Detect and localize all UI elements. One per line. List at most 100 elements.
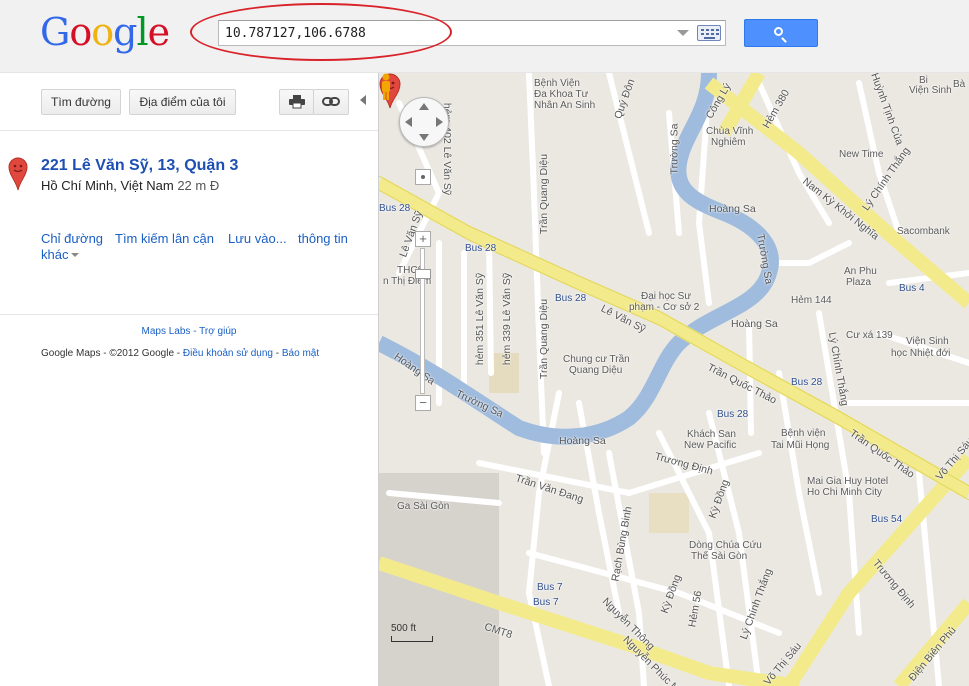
pan-control[interactable] — [399, 97, 449, 147]
separator: - — [190, 326, 200, 337]
poi-label: Quang Diệu — [569, 365, 623, 376]
poi-label: Sacombank — [897, 226, 950, 237]
directions-link[interactable]: Chỉ đường — [41, 231, 103, 246]
directions-button[interactable]: Tìm đường — [41, 89, 121, 115]
road-label: Hoàng Sa — [709, 203, 756, 215]
my-places-button[interactable]: Địa điểm của tôi — [129, 89, 236, 115]
road-label: Trần Quang Diệu — [538, 153, 551, 235]
map-canvas[interactable]: Công Lý Bệnh Viện Đa Khoa Tư Nhân An Sin… — [379, 73, 969, 686]
more-link-label: khác — [41, 247, 69, 262]
poi-label: Chùa Vĩnh — [706, 126, 754, 137]
poi-label: Viện Sinh — [909, 85, 952, 96]
poi-label: Plaza — [846, 277, 872, 288]
bus-stop-label: Bus 28 — [379, 203, 411, 214]
poi-label: học Nhiệt đới — [891, 348, 951, 359]
poi-label: Cư xá 139 — [846, 330, 893, 341]
zoom-out-button[interactable]: − — [415, 395, 431, 411]
scale-label: 500 ft — [391, 623, 417, 634]
logo-letter: e — [147, 10, 170, 54]
poi-label: Ho Chi Minh City — [807, 487, 883, 498]
search-box[interactable] — [218, 20, 726, 46]
road-label: Hoàng Sa — [559, 435, 606, 447]
place-address-text: Hồ Chí Minh, Việt Nam — [41, 178, 174, 193]
poi-label: Thế Sài Gòn — [691, 551, 748, 562]
poi-label: Đại học Sư — [641, 291, 692, 302]
zoom-in-button[interactable]: + — [415, 231, 431, 247]
place-marker-icon — [8, 157, 28, 191]
road-label: Trần Quang Diệu — [538, 298, 551, 380]
poi-label: Mai Gia Huy Hotel — [807, 476, 889, 487]
google-logo[interactable]: Google — [40, 10, 170, 54]
my-location-button[interactable] — [415, 169, 431, 185]
caret-down-icon — [71, 253, 80, 257]
search-button[interactable] — [744, 19, 818, 47]
chevron-down-icon[interactable] — [677, 30, 689, 36]
place-address: Hồ Chí Minh, Việt Nam 22 m Đ — [41, 178, 219, 193]
search-nearby-link[interactable]: Tìm kiếm lân cận — [115, 231, 214, 246]
poi-label: Chung cư Trần — [563, 354, 630, 365]
link-button[interactable] — [313, 89, 349, 115]
copyright-text: Google Maps - ©2012 Google — [41, 348, 175, 359]
collapse-panel-icon[interactable] — [360, 95, 366, 105]
left-panel: Tìm đường Địa điểm của tôi 221 Lê Văn Sỹ… — [0, 73, 379, 686]
place-title[interactable]: 221 Lê Văn Sỹ, 13, Quận 3 — [41, 157, 238, 175]
more-link[interactable]: khác — [41, 247, 80, 262]
more-info-link[interactable]: thông tin — [298, 231, 348, 246]
footer-links: Maps Labs - Trợ giúp — [0, 326, 378, 337]
save-to-link[interactable]: Lưu vào... — [228, 231, 287, 246]
pan-up-icon[interactable] — [419, 103, 429, 110]
poi-label: Bệnh viện — [781, 428, 826, 439]
scale-bar — [391, 636, 433, 642]
logo-letter: G — [40, 10, 70, 54]
poi-label: Đa Khoa Tư — [534, 89, 589, 100]
poi-label: Bệnh Viện — [534, 78, 580, 89]
pegman-icon[interactable] — [379, 73, 393, 101]
poi-label: Nhân An Sinh — [534, 100, 596, 111]
pan-left-icon[interactable] — [405, 117, 412, 127]
maps-labs-link[interactable]: Maps Labs — [142, 326, 191, 337]
road-label: hẻm 351 Lê Văn Sỹ — [474, 272, 487, 366]
bus-stop-label: Bus 28 — [717, 409, 749, 420]
bus-stop-label: Bus 28 — [791, 377, 823, 388]
poi-label: An Phu — [844, 266, 877, 277]
road-label: Trường Sa — [668, 123, 681, 175]
link-icon — [322, 97, 340, 106]
separator: - — [273, 348, 282, 359]
road-label: hẻm 339 Lê Văn Sỹ — [501, 272, 514, 366]
bus-stop-label: Bus 28 — [555, 293, 587, 304]
pan-down-icon[interactable] — [419, 134, 429, 141]
bus-stop-label: Bus 4 — [899, 283, 925, 294]
bus-stop-label: Bus 7 — [533, 597, 559, 608]
poi-label: Viện Sinh — [906, 336, 949, 347]
search-icon — [774, 27, 783, 36]
poi-label: Ga Sài Gòn — [397, 501, 450, 512]
zoom-slider-handle[interactable] — [415, 269, 431, 279]
poi-label: Bi — [919, 75, 928, 86]
terms-link[interactable]: Điều khoản sử dụng — [183, 348, 273, 359]
separator: - — [174, 348, 183, 359]
divider — [0, 314, 378, 315]
poi-label: New Time — [839, 149, 884, 160]
divider — [0, 130, 378, 131]
print-button[interactable] — [279, 89, 314, 115]
poi-label: Nghiêm — [711, 137, 746, 148]
poi-label: Bà — [953, 79, 966, 90]
help-link[interactable]: Trợ giúp — [199, 326, 236, 337]
road-label: Hẻm 144 — [791, 295, 832, 306]
logo-letter: o — [69, 10, 92, 54]
poi-label: Tai Mũi Họng — [771, 440, 830, 451]
pan-right-icon[interactable] — [436, 117, 443, 127]
place-distance: 22 m Đ — [177, 178, 220, 193]
header-bar: Google — [0, 0, 969, 73]
search-input[interactable] — [225, 24, 665, 42]
poi-label: phạm - Cơ sở 2 — [629, 302, 700, 313]
keyboard-icon[interactable] — [697, 25, 721, 41]
report-link[interactable]: Báo mật — [282, 348, 319, 359]
bus-stop-label: Bus 54 — [871, 514, 903, 525]
poi-label: New Pacific — [684, 440, 737, 451]
bus-stop-label: Bus 28 — [465, 243, 497, 254]
logo-letter: g — [113, 10, 137, 54]
poi-label: Dòng Chúa Cứu — [689, 540, 762, 551]
poi-label: Khách San — [687, 429, 736, 440]
logo-letter: o — [91, 10, 114, 54]
